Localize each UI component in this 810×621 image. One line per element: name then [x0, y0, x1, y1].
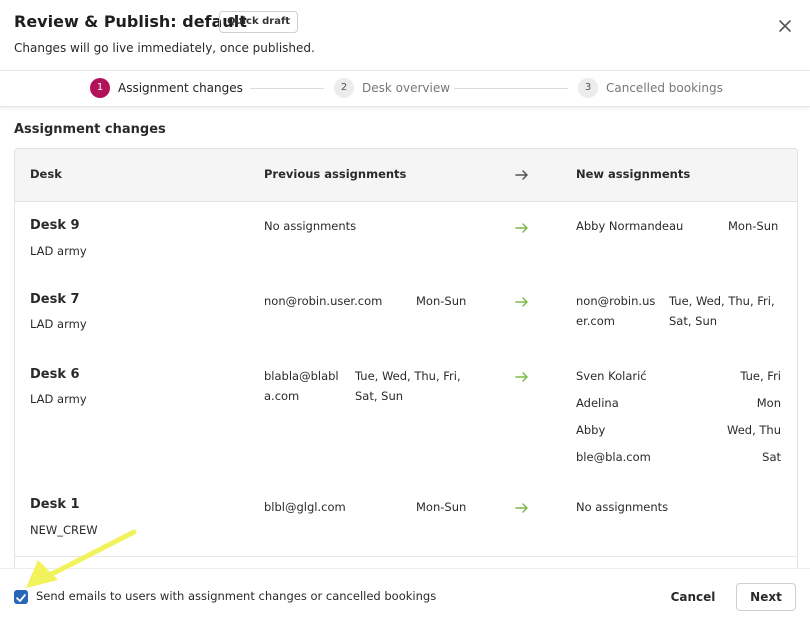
new-assignee-line1: non@robin.us [576, 294, 656, 308]
step-number: 1 [90, 78, 110, 98]
previous-assignee-line1: blabla@blabl [264, 369, 339, 383]
new-assignee: Adelina [576, 396, 619, 410]
step-label: Desk overview [362, 81, 451, 95]
header-new: New assignments [576, 167, 691, 181]
new-days-line1: Tue, Wed, Thu, Fri, [669, 294, 775, 308]
change-arrow-icon [515, 503, 528, 513]
step-number: 3 [578, 78, 598, 98]
header-arrow-icon [515, 170, 528, 180]
dialog-header: Review & Publish: default Quick draft Ch… [0, 0, 810, 70]
previous-assignee: non@robin.user.com [264, 294, 383, 308]
next-button[interactable]: Next [736, 583, 796, 611]
step-cancelled-bookings[interactable]: 3 Cancelled bookings [578, 78, 723, 98]
desk-group: NEW_CREW [30, 523, 98, 537]
send-emails-checkbox[interactable] [14, 590, 28, 604]
table-row: Desk 9 LAD army No assignments Abby Norm… [15, 202, 797, 277]
assignments-table[interactable]: Desk Previous assignments New assignment… [14, 148, 798, 569]
desk-name: Desk 1 [30, 497, 80, 512]
table-row: Desk 1 NEW_CREW blbl@glgl.com Mon-Sun No… [15, 482, 797, 557]
previous-assignee-line2: a.com [264, 389, 300, 403]
new-days: Mon-Sun [728, 219, 779, 233]
desk-group: LAD army [30, 317, 87, 331]
new-assignee: Abby [576, 423, 606, 437]
checkmark-icon [16, 594, 26, 602]
header-previous: Previous assignments [264, 167, 407, 181]
previous-days: Mon-Sun [416, 294, 467, 308]
previous-days-line1: Tue, Wed, Thu, Fri, [355, 369, 461, 383]
step-desk-overview[interactable]: 2 Desk overview [334, 78, 450, 98]
desk-group: LAD army [30, 244, 87, 258]
change-arrow-icon [515, 372, 528, 382]
step-connector [454, 88, 568, 89]
stepper: 1 Assignment changes 2 Desk overview 3 C… [0, 70, 810, 107]
new-days: Mon [756, 396, 781, 410]
new-assignee: Abby Normandeau [576, 219, 684, 233]
header-desk: Desk [30, 167, 62, 181]
new-assignee: No assignments [576, 500, 669, 514]
new-days: Wed, Thu [727, 423, 781, 437]
step-number: 2 [334, 78, 354, 98]
change-arrow-icon [515, 297, 528, 307]
draft-badge: Quick draft [219, 11, 299, 33]
dialog-footer: Send emails to users with assignment cha… [0, 568, 810, 621]
change-arrow-icon [515, 223, 528, 233]
desk-group: LAD army [30, 392, 87, 406]
close-icon[interactable] [774, 15, 796, 37]
previous-assignee: No assignments [264, 219, 357, 233]
previous-days-line2: Sat, Sun [355, 389, 404, 403]
desk-name: Desk 7 [30, 292, 80, 307]
send-emails-label[interactable]: Send emails to users with assignment cha… [36, 589, 436, 603]
step-assignment-changes[interactable]: 1 Assignment changes [90, 78, 243, 98]
new-days-line2: Sat, Sun [669, 314, 718, 328]
section-title: Assignment changes [14, 122, 166, 137]
new-assignee-line2: er.com [576, 314, 615, 328]
table-row: Desk 6 LAD army blabla@blabl a.com Tue, … [15, 350, 797, 483]
cancel-button[interactable]: Cancel [663, 583, 723, 611]
desk-name: Desk 6 [30, 367, 80, 382]
desk-name: Desk 9 [30, 218, 80, 233]
step-connector [250, 88, 324, 89]
table-row: Desk 7 LAD army non@robin.user.com Mon-S… [15, 276, 797, 351]
new-assignee: Sven Kolarić [576, 369, 647, 383]
new-days: Sat [762, 450, 781, 464]
dialog-subtitle: Changes will go live immediately, once p… [14, 41, 315, 55]
previous-assignee: blbl@glgl.com [264, 500, 346, 514]
step-label: Assignment changes [118, 81, 243, 95]
new-days: Tue, Fri [740, 369, 781, 383]
previous-days: Mon-Sun [416, 500, 467, 514]
new-assignee: ble@bla.com [576, 450, 651, 464]
table-header: Desk Previous assignments New assignment… [15, 149, 797, 202]
dialog-title: Review & Publish: default [14, 12, 247, 31]
step-label: Cancelled bookings [606, 81, 723, 95]
